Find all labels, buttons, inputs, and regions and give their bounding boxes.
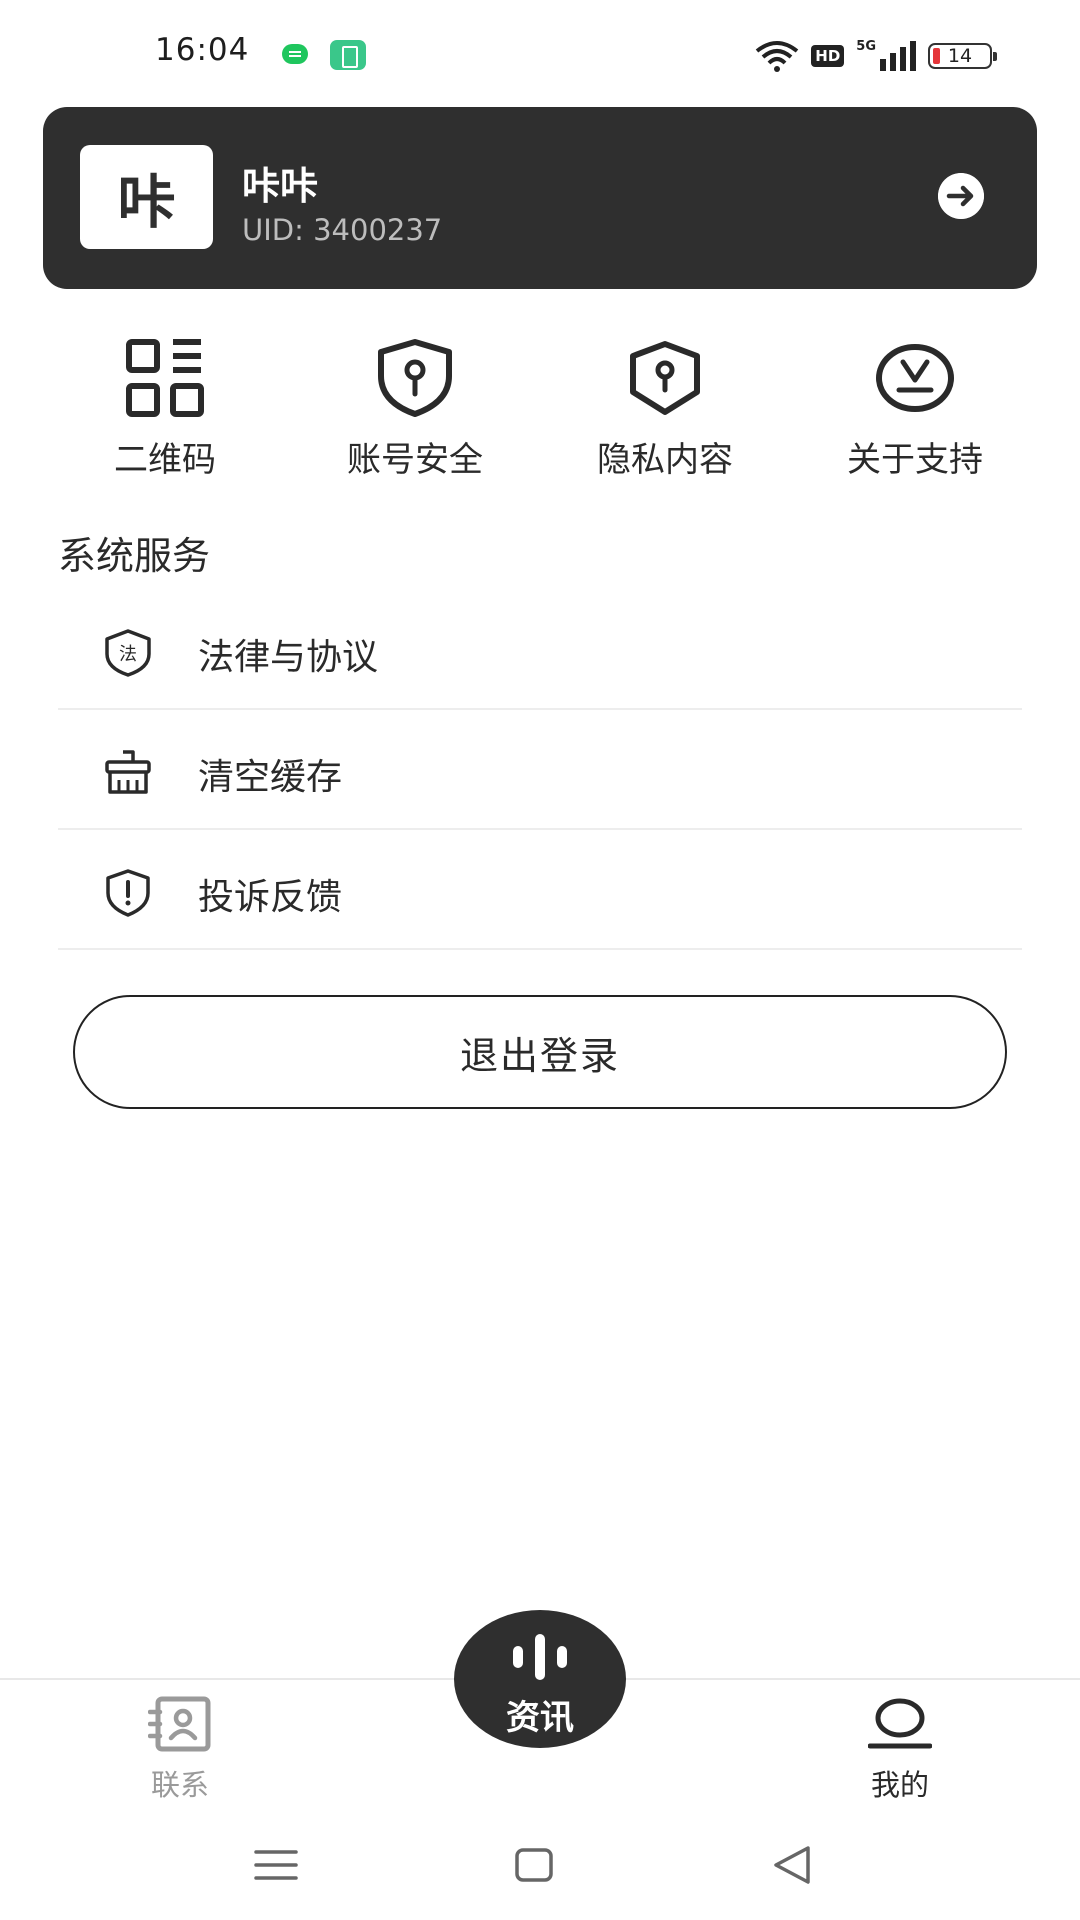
law-shield-icon-text: 法 — [119, 644, 137, 665]
network-type: 5G — [856, 38, 876, 54]
service-item-clear-cache[interactable]: 清空缓存 — [58, 710, 1022, 830]
nav-tab-news[interactable]: 资讯 — [454, 1610, 626, 1748]
contact-card-icon — [148, 1696, 211, 1752]
nav-label: 我的 — [870, 1768, 929, 1802]
profile-card[interactable]: 咔 咔咔 UID: 3400237 — [43, 107, 1037, 289]
service-item-feedback[interactable]: 投诉反馈 — [58, 830, 1022, 950]
quick-action-account-security[interactable]: 账号安全 — [290, 330, 540, 480]
shield-key-icon — [378, 339, 452, 417]
battery-saver-icon — [330, 40, 366, 70]
nav-tab-contacts[interactable]: 联系 — [80, 1680, 280, 1810]
status-bar: 16:04 HD 5G 14 — [0, 0, 1080, 110]
quick-action-label: 账号安全 — [347, 440, 483, 480]
status-right-group: HD 5G 14 — [755, 36, 997, 76]
alert-shield-icon — [106, 869, 150, 917]
system-nav-bar — [0, 1830, 1080, 1910]
quick-action-label: 二维码 — [114, 440, 216, 480]
service-item-legal[interactable]: 法 法律与协议 — [58, 590, 1022, 710]
profile-uid: UID: 3400237 — [242, 213, 443, 247]
service-label: 清空缓存 — [198, 757, 343, 798]
status-time: 16:04 — [155, 32, 250, 68]
wifi-icon — [756, 41, 799, 72]
nav-tab-mine[interactable]: 我的 — [800, 1680, 1000, 1810]
hd-badge: HD — [811, 45, 845, 67]
section-title-system-services: 系统服务 — [58, 534, 211, 578]
service-list: 法 法律与协议 清空缓存 投诉反馈 — [58, 590, 1022, 950]
back-icon[interactable] — [762, 1840, 822, 1890]
menu-icon[interactable] — [246, 1840, 306, 1890]
quick-action-label: 隐私内容 — [597, 440, 733, 480]
qr-code-icon — [126, 339, 204, 417]
battery-level: 14 — [947, 45, 973, 67]
arrow-right-circle-icon[interactable] — [938, 173, 984, 219]
quick-action-qr-code[interactable]: 二维码 — [40, 330, 290, 480]
service-label: 法律与协议 — [198, 637, 379, 678]
logout-button[interactable]: 退出登录 — [73, 995, 1007, 1109]
quick-action-privacy[interactable]: 隐私内容 — [540, 330, 790, 480]
support-circle-icon — [876, 344, 954, 412]
profile-icon — [868, 1698, 932, 1749]
quick-actions: 二维码 账号安全 隐私内容 关于支持 — [0, 330, 1080, 480]
voice-bars-icon — [513, 1634, 567, 1680]
nav-label: 资讯 — [506, 1698, 574, 1738]
message-notification-icon — [282, 44, 308, 64]
nav-label: 联系 — [150, 1768, 209, 1802]
quick-action-label: 关于支持 — [847, 440, 983, 480]
privacy-shield-icon — [630, 341, 700, 415]
profile-name: 咔咔 — [242, 164, 319, 208]
service-label: 投诉反馈 — [198, 877, 343, 918]
signal-icon — [880, 41, 916, 71]
battery-icon: 14 — [928, 43, 997, 69]
home-icon[interactable] — [504, 1840, 564, 1890]
clean-basket-icon — [105, 750, 151, 794]
quick-action-support[interactable]: 关于支持 — [790, 330, 1040, 480]
avatar[interactable]: 咔 — [80, 145, 213, 249]
law-shield-icon: 法 — [105, 629, 151, 677]
